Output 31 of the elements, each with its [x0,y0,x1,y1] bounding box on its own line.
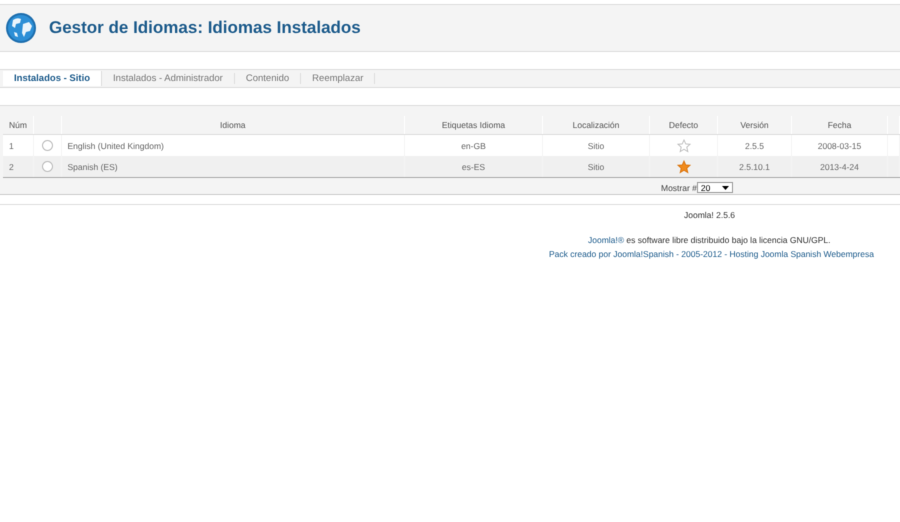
table-cell: English (United Kingdom) [61,134,404,156]
page-title: Gestor de Idiomas: Idiomas Instalados [49,18,361,38]
table-cell: Sitio [542,134,650,156]
table-cell: Spanish (ES) [61,156,404,178]
table-cell: es-ES [404,156,542,178]
filled-star-icon[interactable] [676,160,690,174]
table-cell: Sitio [542,156,650,178]
credits-link[interactable]: Pack creado por Joomla!Spanish - 2005-2012 [549,249,722,259]
radio-button[interactable] [42,161,52,172]
caret-icon [722,186,729,190]
joomla-link[interactable]: Joomla!® [588,235,624,245]
version-text: Joomla! 2.5.6 [684,210,736,220]
table-cell: 2.5.10.1 [718,156,792,178]
table-cell: 2.5.5 [718,134,792,156]
tab[interactable]: Reemplazar [301,73,376,84]
table-cell: 2 [3,156,33,178]
tab[interactable]: Instalados - Sitio [3,71,102,86]
radio-button[interactable] [42,140,52,152]
credits-text: Pack creado por Joomla!Spanish - 2005-2012 - Hosting Joomla Spanish Webempresa [549,249,875,259]
hosting-link[interactable]: Hosting Joomla Spanish Webempresa [730,249,874,259]
table-cell: en-GB [404,134,542,156]
table-cell: 1 [3,134,33,156]
table-cell: 2008-03-15 [792,134,888,156]
globe-icon [5,12,37,44]
license-text: Joomla!® es software libre distribuido bajo la licencia GNU/GPL. [588,235,832,245]
tab[interactable]: Instalados - Administrador [102,73,235,84]
star-outline-icon[interactable] [676,138,690,152]
page-size-select[interactable]: 20 [696,182,733,193]
tab[interactable]: Contenido [234,73,302,84]
display-label: Mostrar # [661,182,697,192]
table-cell: 2013-4-24 [792,156,888,178]
